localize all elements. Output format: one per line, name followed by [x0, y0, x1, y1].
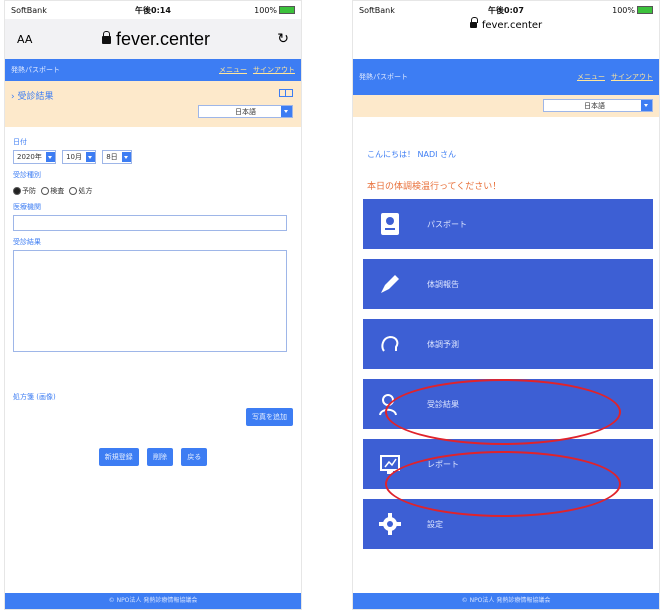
clock: 午後0:14: [135, 5, 171, 15]
page-title: › 受診結果: [11, 92, 54, 102]
gear-icon: [379, 513, 401, 535]
battery-indicator: 100%: [200, 5, 296, 15]
language-select[interactable]: 日本語: [543, 99, 653, 112]
radio-prevent[interactable]: [13, 187, 21, 195]
radio-rx[interactable]: [69, 187, 78, 195]
prescription-label: 処方箋 (画像): [13, 393, 56, 401]
status-bar: SoftBank 午後0:14 100%: [5, 1, 301, 19]
browser-address-bar[interactable]: fever.center: [353, 17, 659, 47]
year-select[interactable]: 2020年: [13, 150, 56, 164]
radio-prevent-label: 予防: [22, 187, 36, 195]
result-textarea[interactable]: [13, 250, 287, 352]
footer: © NPO法人 発熱診療情報協議会: [5, 593, 301, 609]
register-button[interactable]: 新規登録: [98, 448, 139, 466]
app-title: 発熱パスポート: [359, 73, 408, 81]
type-label: 受診種別: [13, 171, 41, 179]
chevron-down-icon: [121, 152, 131, 162]
radio-rx-label: 処方: [78, 187, 93, 195]
carrier-label: SoftBank: [359, 5, 395, 15]
menu-label: 体調予測: [427, 340, 459, 349]
month-value: 10月: [66, 153, 82, 161]
radio-exam-label: 検査: [50, 187, 65, 195]
carrier-label: SoftBank: [11, 5, 47, 15]
menu-label: パスポート: [427, 220, 467, 229]
type-radio-group: 予防 検査 処方: [13, 186, 293, 196]
menu-label: 体調報告: [427, 280, 459, 289]
grid-icon[interactable]: [279, 89, 293, 97]
reload-icon[interactable]: ↻: [269, 31, 289, 47]
battery-percent: 100%: [612, 5, 635, 15]
day-select[interactable]: 8日: [102, 150, 132, 164]
month-select[interactable]: 10月: [62, 150, 96, 164]
chevron-down-icon: [45, 152, 55, 162]
url-text: fever.center: [115, 28, 211, 49]
signout-link[interactable]: サインアウト: [253, 66, 295, 74]
menu-tile-forecast[interactable]: 体調予測: [363, 319, 653, 369]
menu-link[interactable]: メニュー: [219, 66, 247, 74]
menu-tile-report-condition[interactable]: 体調報告: [363, 259, 653, 309]
language-bar: 日本語: [353, 95, 659, 117]
battery-indicator: 100%: [555, 6, 653, 15]
institution-label: 医療機関: [13, 203, 41, 211]
section-header: › 受診結果 日本語: [5, 81, 301, 127]
highlight-oval-result: [385, 379, 621, 445]
signout-link[interactable]: サインアウト: [611, 73, 653, 81]
clock: 午後0:07: [488, 5, 524, 15]
battery-icon: [637, 6, 653, 14]
back-button[interactable]: 戻る: [181, 448, 208, 466]
language-value: 日本語: [584, 101, 605, 110]
institution-input[interactable]: [13, 215, 287, 231]
head-icon: [381, 335, 399, 352]
reminder-text: 本日の体調検温行ってください！: [367, 182, 502, 192]
date-label: 日付: [13, 138, 27, 146]
greeting-text: こんにちは！ NADI さん: [367, 150, 457, 159]
status-bar: SoftBank 午後0:07 100%: [353, 1, 659, 19]
day-value: 8日: [106, 153, 118, 161]
app-header: 発熱パスポート メニュー サインアウト: [5, 59, 301, 81]
pen-icon: [381, 275, 399, 293]
phone-screen-result-form: SoftBank 午後0:14 100% AA fever.center ↻ 発…: [4, 0, 302, 610]
year-value: 2020年: [17, 153, 42, 161]
lock-icon: [101, 30, 111, 44]
chevron-down-icon: [85, 152, 95, 162]
battery-percent: 100%: [254, 5, 278, 15]
lock-icon: [469, 17, 478, 28]
chevron-down-icon: [281, 106, 292, 117]
result-form: 日付 2020年 10月 8日 受診種別 予防 検査 処方 医療機関 受診結果 …: [5, 127, 301, 470]
url-text: fever.center: [481, 20, 543, 31]
menu-link[interactable]: メニュー: [577, 73, 605, 81]
app-title: 発熱パスポート: [11, 66, 60, 74]
result-label: 受診結果: [13, 238, 41, 246]
language-select[interactable]: 日本語: [198, 105, 293, 118]
text-size-button[interactable]: AA: [17, 33, 43, 46]
add-photo-button[interactable]: 写真を追加: [246, 408, 293, 426]
passport-icon: [381, 213, 399, 235]
menu-label: 設定: [427, 520, 443, 529]
browser-address-bar[interactable]: AA fever.center ↻: [5, 19, 301, 59]
highlight-oval-report: [385, 451, 621, 517]
chevron-down-icon: [641, 100, 652, 111]
radio-exam[interactable]: [41, 187, 50, 195]
phone-screen-home-menu: SoftBank 午後0:07 100% fever.center 発熱パスポー…: [352, 0, 660, 610]
app-header: 発熱パスポート メニュー サインアウト: [353, 59, 659, 95]
battery-icon: [279, 6, 296, 14]
menu-tile-passport[interactable]: パスポート: [363, 199, 653, 249]
language-value: 日本語: [235, 107, 256, 116]
delete-button[interactable]: 削除: [147, 448, 173, 466]
footer: © NPO法人 発熱診療情報協議会: [353, 593, 659, 609]
url-display[interactable]: fever.center: [43, 29, 269, 50]
